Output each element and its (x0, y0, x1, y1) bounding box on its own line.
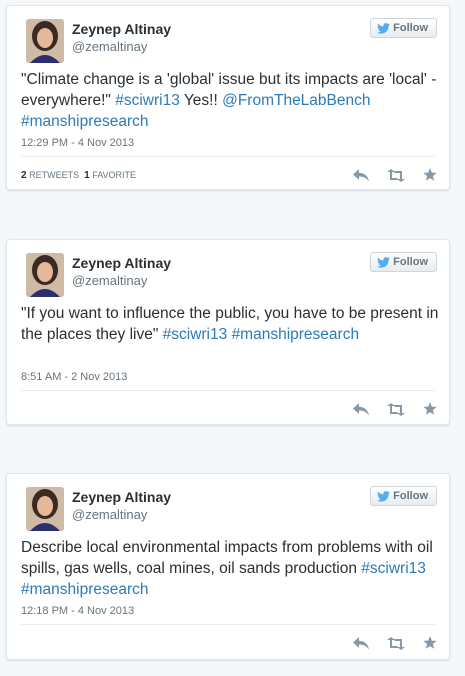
avatar[interactable] (26, 19, 64, 63)
tweet-stats: 2 RETWEETS 1 FAVORITE (21, 170, 136, 181)
tweet-text: Describe local environmental impacts fro… (21, 537, 441, 600)
tweet-actions (353, 402, 437, 416)
divider (21, 156, 435, 157)
tweet-text: "Climate change is a 'global' issue but … (21, 69, 441, 132)
timestamp[interactable]: 8:51 AM - 2 Nov 2013 (21, 371, 127, 383)
follow-button[interactable]: Follow (370, 252, 437, 272)
hashtag-link[interactable]: #sciwri13 (361, 560, 426, 577)
author-handle[interactable]: @zemaltinay (72, 273, 147, 288)
tweet-text: "If you want to influence the public, yo… (21, 303, 441, 345)
divider (21, 624, 435, 625)
avatar[interactable] (26, 253, 64, 297)
star-icon[interactable] (423, 168, 437, 182)
follow-label: Follow (393, 256, 428, 268)
hashtag-link[interactable]: #manshipresearch (232, 326, 360, 343)
hashtag-link[interactable]: #manshipresearch (21, 581, 149, 598)
tweet-card-1: Zeynep Altinay @zemaltinay Follow "Clima… (6, 5, 450, 190)
author-name[interactable]: Zeynep Altinay (72, 489, 171, 505)
follow-label: Follow (393, 490, 428, 502)
tweet-actions (353, 168, 437, 182)
retweets-label[interactable]: RETWEETS (29, 170, 79, 180)
author-handle[interactable]: @zemaltinay (72, 39, 147, 54)
tweet-text-segment: Yes!! (179, 92, 223, 109)
follow-label: Follow (393, 22, 428, 34)
favorites-count[interactable]: 1 (84, 170, 90, 181)
follow-button[interactable]: Follow (370, 486, 437, 506)
avatar[interactable] (26, 487, 64, 531)
timestamp[interactable]: 12:29 PM - 4 Nov 2013 (21, 137, 134, 149)
twitter-bird-icon (377, 256, 391, 268)
twitter-bird-icon (377, 490, 391, 502)
author-name[interactable]: Zeynep Altinay (72, 21, 171, 37)
favorites-label[interactable]: FAVORITE (92, 170, 136, 180)
retweet-icon[interactable] (387, 636, 405, 650)
hashtag-link[interactable]: #sciwri13 (163, 326, 228, 343)
hashtag-link[interactable]: #manshipresearch (21, 113, 149, 130)
author-name[interactable]: Zeynep Altinay (72, 255, 171, 271)
star-icon[interactable] (423, 636, 437, 650)
reply-icon[interactable] (353, 402, 369, 416)
tweet-card-2: Zeynep Altinay @zemaltinay Follow "If yo… (6, 239, 450, 425)
timestamp[interactable]: 12:18 PM - 4 Nov 2013 (21, 605, 134, 617)
follow-button[interactable]: Follow (370, 18, 437, 38)
star-icon[interactable] (423, 402, 437, 416)
mention-link[interactable]: @FromTheLabBench (222, 92, 370, 109)
reply-icon[interactable] (353, 636, 369, 650)
author-handle[interactable]: @zemaltinay (72, 507, 147, 522)
retweet-icon[interactable] (387, 402, 405, 416)
tweet-card-3: Zeynep Altinay @zemaltinay Follow Descri… (6, 473, 450, 660)
retweets-count[interactable]: 2 (21, 170, 27, 181)
hashtag-link[interactable]: #sciwri13 (115, 92, 180, 109)
divider (21, 390, 435, 391)
twitter-bird-icon (377, 22, 391, 34)
tweet-actions (353, 636, 437, 650)
reply-icon[interactable] (353, 168, 369, 182)
retweet-icon[interactable] (387, 168, 405, 182)
